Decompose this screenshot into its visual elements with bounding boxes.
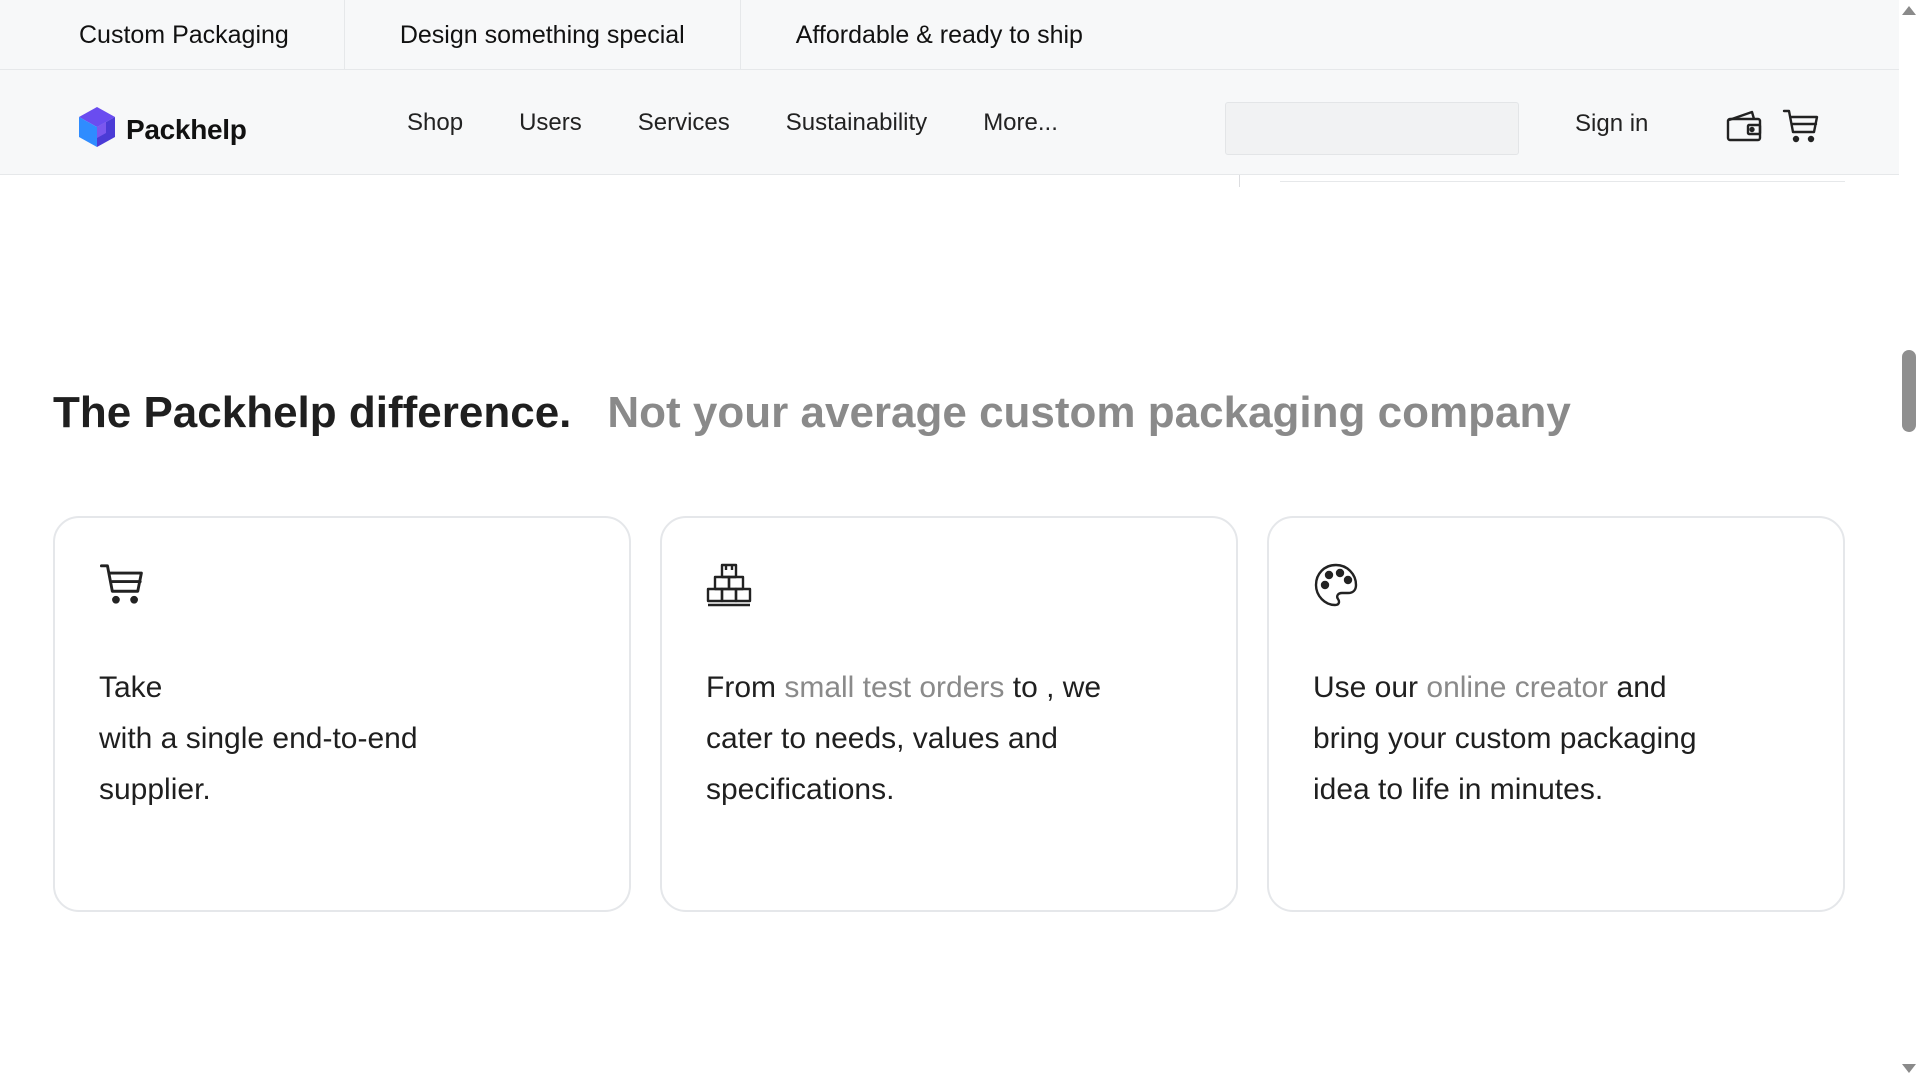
scroll-up-arrow-icon[interactable]: [1902, 6, 1916, 15]
scroll-down-arrow-icon[interactable]: [1902, 1064, 1916, 1073]
palette-icon: [1313, 562, 1359, 608]
card-text-pre: Use our: [1313, 671, 1427, 704]
cart-icon: [99, 562, 145, 608]
cart-icon[interactable]: [1782, 108, 1820, 149]
sign-in-link[interactable]: Sign in: [1575, 110, 1648, 138]
card-text-pre: From: [706, 671, 785, 704]
section-heading: The Packhelp difference. Not your average…: [53, 388, 1571, 438]
nav-links: Shop Users Services Sustainability More.…: [407, 70, 1058, 175]
search-input[interactable]: [1225, 102, 1519, 155]
logo[interactable]: Packhelp: [78, 106, 247, 153]
nav-link-shop[interactable]: Shop: [407, 109, 463, 137]
warehouse-boxes-icon: [706, 562, 752, 608]
feature-card-text: Take with a single end-to-end supplier.: [99, 662, 519, 815]
nav-link-users[interactable]: Users: [519, 109, 582, 137]
card-text-highlight[interactable]: online creator: [1426, 671, 1608, 704]
wallet-icon[interactable]: [1726, 110, 1762, 147]
feature-card: Take with a single end-to-end supplier.: [53, 516, 631, 912]
feature-card: From small test orders to , we cater to …: [660, 516, 1238, 912]
nav-link-sustainability[interactable]: Sustainability: [786, 109, 927, 137]
feature-card-text: Use our online creator and bring your cu…: [1313, 662, 1733, 815]
card-text-pre: Take: [99, 671, 163, 704]
nav-link-more[interactable]: More...: [983, 109, 1058, 137]
logo-text: Packhelp: [126, 113, 247, 145]
card-text-post: with a single end-to-end supplier.: [99, 722, 418, 806]
promo-bar: Custom Packaging Design something specia…: [0, 0, 1899, 70]
promo-link-custom-packaging[interactable]: Custom Packaging: [0, 0, 345, 70]
dropdown-edge: [1280, 181, 1845, 182]
main-nav: Packhelp Shop Users Services Sustainabil…: [0, 70, 1899, 175]
feature-card: Use our online creator and bring your cu…: [1267, 516, 1845, 912]
dropdown-divider: [1239, 175, 1240, 187]
section-subtitle: Not your average custom packaging compan…: [607, 388, 1571, 437]
promo-link-ready-to-ship[interactable]: Affordable & ready to ship: [741, 0, 1138, 70]
nav-link-services[interactable]: Services: [638, 109, 730, 137]
promo-link-design-special[interactable]: Design something special: [345, 0, 741, 70]
feature-card-text: From small test orders to , we cater to …: [706, 662, 1126, 815]
feature-cards: Take with a single end-to-end supplier. F…: [53, 516, 1845, 912]
section-title: The Packhelp difference.: [53, 388, 572, 437]
card-text-highlight[interactable]: small test orders: [784, 671, 1004, 704]
scroll-thumb[interactable]: [1902, 350, 1916, 432]
page-scrollbar[interactable]: [1899, 0, 1919, 1079]
packhelp-logo-icon: [78, 106, 116, 153]
